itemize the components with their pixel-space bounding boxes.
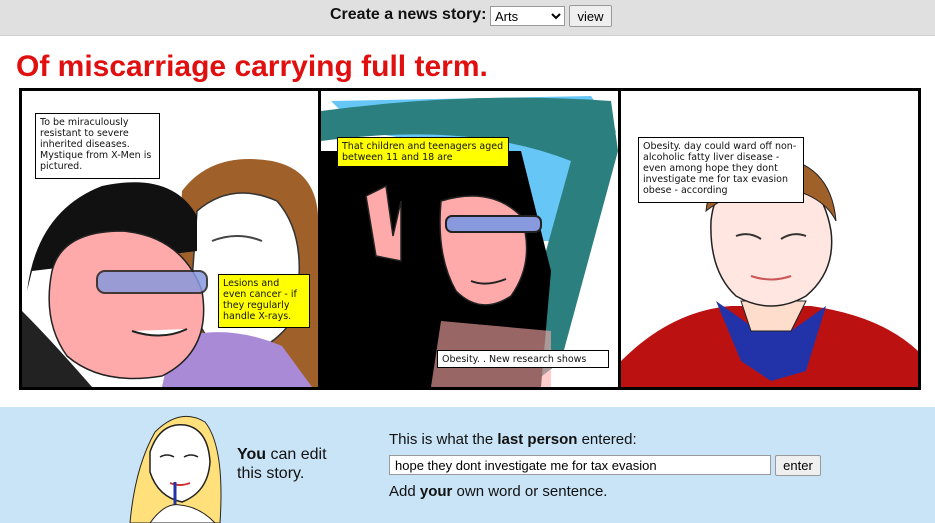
can-edit-text: You can edit this story. [237, 445, 327, 483]
you-text: You [237, 446, 267, 463]
speech-bubble: Obesity. . New research shows [437, 350, 609, 368]
speech-bubble: To be miraculously resistant to severe i… [35, 113, 160, 179]
top-bar: Create a news story: Arts view [0, 0, 935, 36]
can-edit-suffix: can edit [266, 446, 327, 463]
comic-panel-2: That children and teenagers aged between… [321, 91, 618, 387]
category-select[interactable]: Arts [490, 6, 565, 26]
edit-area: You can edit this story. This is what th… [0, 407, 935, 523]
panel-2-illustration [321, 91, 618, 387]
speech-bubble: Obesity. day could ward off non-alcoholi… [638, 137, 804, 203]
last-person-label: This is what the last person entered: [389, 431, 637, 448]
story-input[interactable] [389, 455, 771, 475]
last-person-prefix: This is what the [389, 431, 498, 448]
last-person-bold: last person [497, 431, 578, 448]
speech-bubble: Lesions and even cancer - if they regula… [218, 274, 310, 328]
view-button[interactable]: view [569, 5, 612, 27]
add-prefix: Add [389, 483, 420, 500]
enter-button[interactable]: enter [775, 455, 821, 476]
add-bold: your [419, 483, 453, 500]
story-headline: Of miscarriage carrying full term. [16, 50, 488, 83]
this-story-text: this story. [237, 465, 305, 482]
editor-woman-illustration [129, 415, 222, 523]
panel-3-illustration [621, 91, 918, 387]
comic-panel-1: To be miraculously resistant to severe i… [22, 91, 318, 387]
create-story-label: Create a news story: [330, 6, 487, 23]
comic-panel-3: Obesity. day could ward off non-alcoholi… [621, 91, 918, 387]
last-person-suffix: entered: [577, 431, 637, 448]
add-suffix: own word or sentence. [452, 483, 608, 500]
speech-bubble: That children and teenagers aged between… [337, 137, 509, 167]
add-instruction: Add your own word or sentence. [389, 483, 607, 500]
comic-strip: To be miraculously resistant to severe i… [19, 88, 921, 390]
